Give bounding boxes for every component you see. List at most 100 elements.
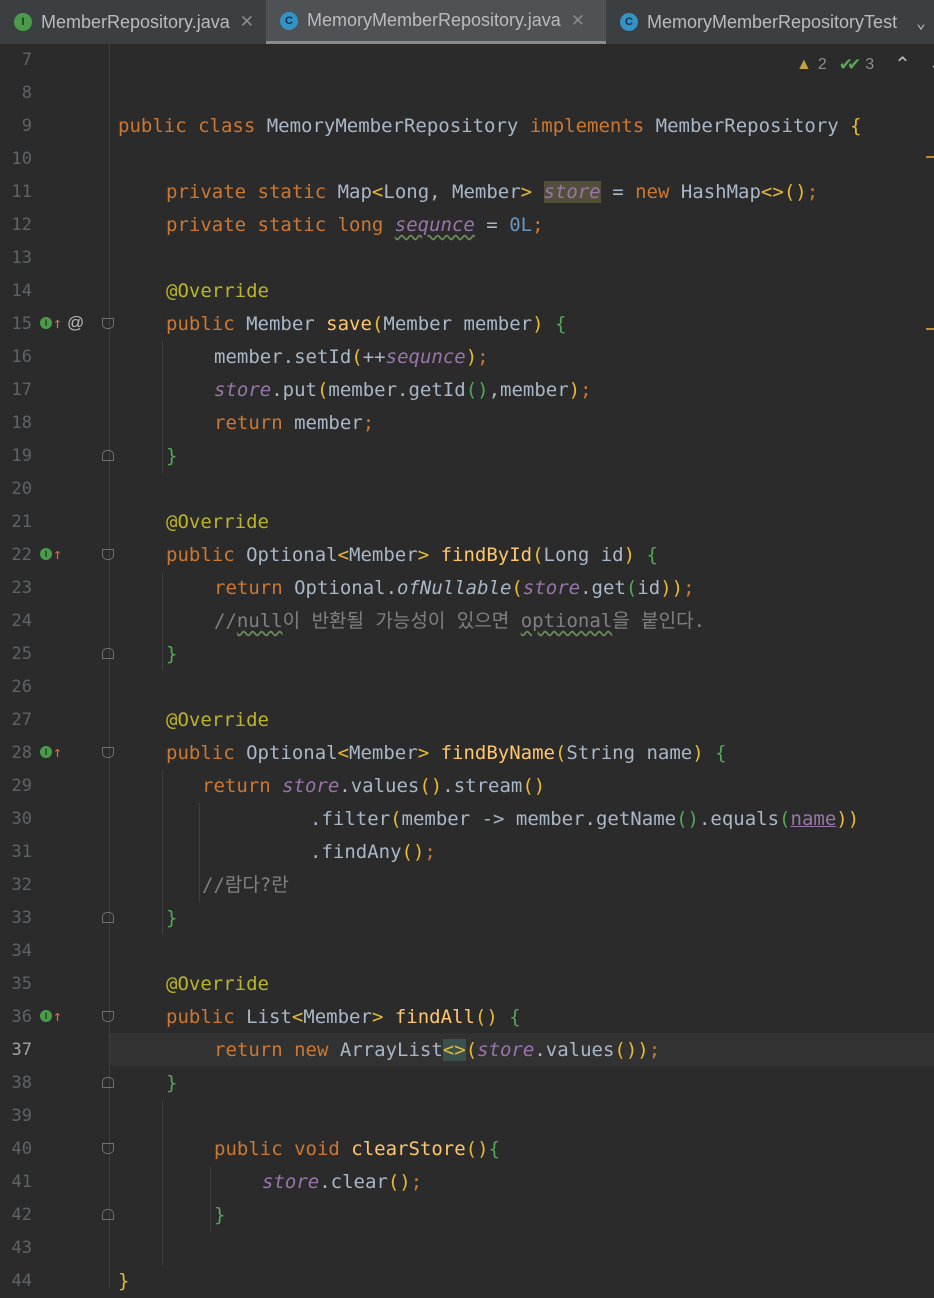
tab-list-chevron-icon[interactable]: ⌄	[908, 0, 934, 44]
tab-memory-member-repository[interactable]: C MemoryMemberRepository.java ✕	[266, 0, 606, 44]
line-number[interactable]: 12	[0, 209, 32, 242]
error-stripe-marker[interactable]	[926, 328, 934, 330]
close-icon[interactable]: ✕	[571, 11, 585, 31]
line-number[interactable]: 44	[0, 1265, 32, 1298]
line-number[interactable]: 36	[0, 1001, 32, 1034]
line-number[interactable]: 13	[0, 242, 32, 275]
line-number[interactable]: 15	[0, 308, 32, 341]
code-line-33[interactable]: }	[166, 902, 177, 935]
code-line-32[interactable]: //람다?란	[202, 869, 289, 902]
line-number[interactable]: 25	[0, 638, 32, 671]
fold-icon[interactable]	[102, 747, 114, 758]
line-number[interactable]: 32	[0, 869, 32, 902]
inspection-widget[interactable]: ▲ 2 ✔✔ 3 ⌃ ⌄	[796, 52, 934, 77]
annotation-icon[interactable]: @	[67, 313, 84, 333]
line-number[interactable]: 42	[0, 1199, 32, 1232]
interface-icon: I	[14, 13, 32, 31]
code-line-36[interactable]: public List<Member> findAll() {	[166, 1001, 521, 1034]
code-line-27[interactable]: @Override	[166, 704, 269, 737]
line-number[interactable]: 22	[0, 539, 32, 572]
indent-guide	[162, 572, 163, 671]
implements-method-icon[interactable]: I ↑	[40, 1009, 62, 1024]
code-line-28[interactable]: public Optional<Member> findByName(Strin…	[166, 737, 727, 770]
line-number[interactable]: 17	[0, 374, 32, 407]
code-line-9[interactable]: public class MemoryMemberRepository impl…	[118, 110, 862, 143]
code-line-44[interactable]: }	[118, 1265, 129, 1298]
code-line-25[interactable]: }	[166, 638, 177, 671]
code-line-24[interactable]: //null이 반환될 가능성이 있으면 optional을 붙인다.	[214, 605, 705, 638]
next-highlight-icon[interactable]: ⌄	[929, 54, 934, 75]
tab-label: MemberRepository.java	[41, 11, 230, 32]
implements-method-icon[interactable]: I ↑	[40, 745, 62, 760]
line-number[interactable]: 28	[0, 737, 32, 770]
fold-icon[interactable]	[102, 318, 114, 329]
line-number[interactable]: 19	[0, 440, 32, 473]
gutter-divider	[109, 44, 110, 1288]
code-line-41[interactable]: store.clear();	[262, 1166, 422, 1199]
line-number[interactable]: 16	[0, 341, 32, 374]
code-line-22[interactable]: public Optional<Member> findById(Long id…	[166, 539, 658, 572]
previous-highlight-icon[interactable]: ⌃	[894, 52, 911, 77]
code-line-21[interactable]: @Override	[166, 506, 269, 539]
code-line-37[interactable]: return new ArrayList<>(store.values());	[214, 1034, 660, 1067]
close-icon[interactable]: ✕	[240, 12, 254, 32]
line-number[interactable]: 35	[0, 968, 32, 1001]
line-number[interactable]: 39	[0, 1100, 32, 1133]
line-number[interactable]: 27	[0, 704, 32, 737]
line-number[interactable]: 26	[0, 671, 32, 704]
line-number[interactable]: 24	[0, 605, 32, 638]
code-line-42[interactable]: }	[214, 1199, 225, 1232]
line-number[interactable]: 10	[0, 143, 32, 176]
fold-icon[interactable]	[102, 912, 114, 923]
code-line-31[interactable]: .findAny();	[310, 836, 436, 869]
code-line-17[interactable]: store.put(member.getId(),member);	[214, 374, 592, 407]
tab-member-repository[interactable]: I MemberRepository.java ✕	[0, 0, 266, 44]
error-stripe-marker[interactable]	[926, 156, 934, 158]
tab-memory-member-repository-test[interactable]: C MemoryMemberRepositoryTest	[606, 0, 908, 44]
code-line-29[interactable]: return store.values().stream()	[202, 770, 545, 803]
code-line-18[interactable]: return member;	[214, 407, 374, 440]
code-line-14[interactable]: @Override	[166, 275, 269, 308]
code-line-12[interactable]: private static long sequnce = 0L;	[166, 209, 544, 242]
code-line-38[interactable]: }	[166, 1067, 177, 1100]
line-number[interactable]: 18	[0, 407, 32, 440]
line-number[interactable]: 23	[0, 572, 32, 605]
fold-icon[interactable]	[102, 549, 114, 560]
code-line-30[interactable]: .filter(member -> member.getName().equal…	[310, 803, 859, 836]
fold-icon[interactable]	[102, 648, 114, 659]
implements-method-icon[interactable]: I ↑	[40, 316, 62, 331]
line-number[interactable]: 40	[0, 1133, 32, 1166]
line-number[interactable]: 14	[0, 275, 32, 308]
code-line-40[interactable]: public void clearStore(){	[214, 1133, 500, 1166]
line-number[interactable]: 33	[0, 902, 32, 935]
line-number[interactable]: 11	[0, 176, 32, 209]
code-line-11[interactable]: private static Map<Long, Member> store =…	[166, 176, 818, 209]
line-number[interactable]: 20	[0, 473, 32, 506]
weak-warning-count: 3	[865, 55, 875, 73]
line-number[interactable]: 43	[0, 1232, 32, 1265]
line-number[interactable]: 34	[0, 935, 32, 968]
line-number[interactable]: 8	[0, 77, 32, 110]
line-number[interactable]: 30	[0, 803, 32, 836]
class-icon: C	[280, 11, 298, 30]
line-number[interactable]: 9	[0, 110, 32, 143]
fold-icon[interactable]	[102, 450, 114, 461]
line-number[interactable]: 41	[0, 1166, 32, 1199]
line-number[interactable]: 37	[0, 1034, 32, 1067]
implements-method-icon[interactable]: I ↑	[40, 547, 62, 562]
code-line-16[interactable]: member.setId(++sequnce);	[214, 341, 489, 374]
code-line-35[interactable]: @Override	[166, 968, 269, 1001]
warning-icon: ▲	[796, 55, 812, 73]
line-number[interactable]: 29	[0, 770, 32, 803]
fold-icon[interactable]	[102, 1011, 114, 1022]
fold-icon[interactable]	[102, 1209, 114, 1220]
code-line-23[interactable]: return Optional.ofNullable(store.get(id)…	[214, 572, 695, 605]
code-line-15[interactable]: public Member save(Member member) {	[166, 308, 566, 341]
line-number[interactable]: 31	[0, 836, 32, 869]
line-number[interactable]: 21	[0, 506, 32, 539]
code-line-19[interactable]: }	[166, 440, 177, 473]
line-number[interactable]: 7	[0, 44, 32, 77]
line-number[interactable]: 38	[0, 1067, 32, 1100]
fold-icon[interactable]	[102, 1143, 114, 1154]
fold-icon[interactable]	[102, 1077, 114, 1088]
